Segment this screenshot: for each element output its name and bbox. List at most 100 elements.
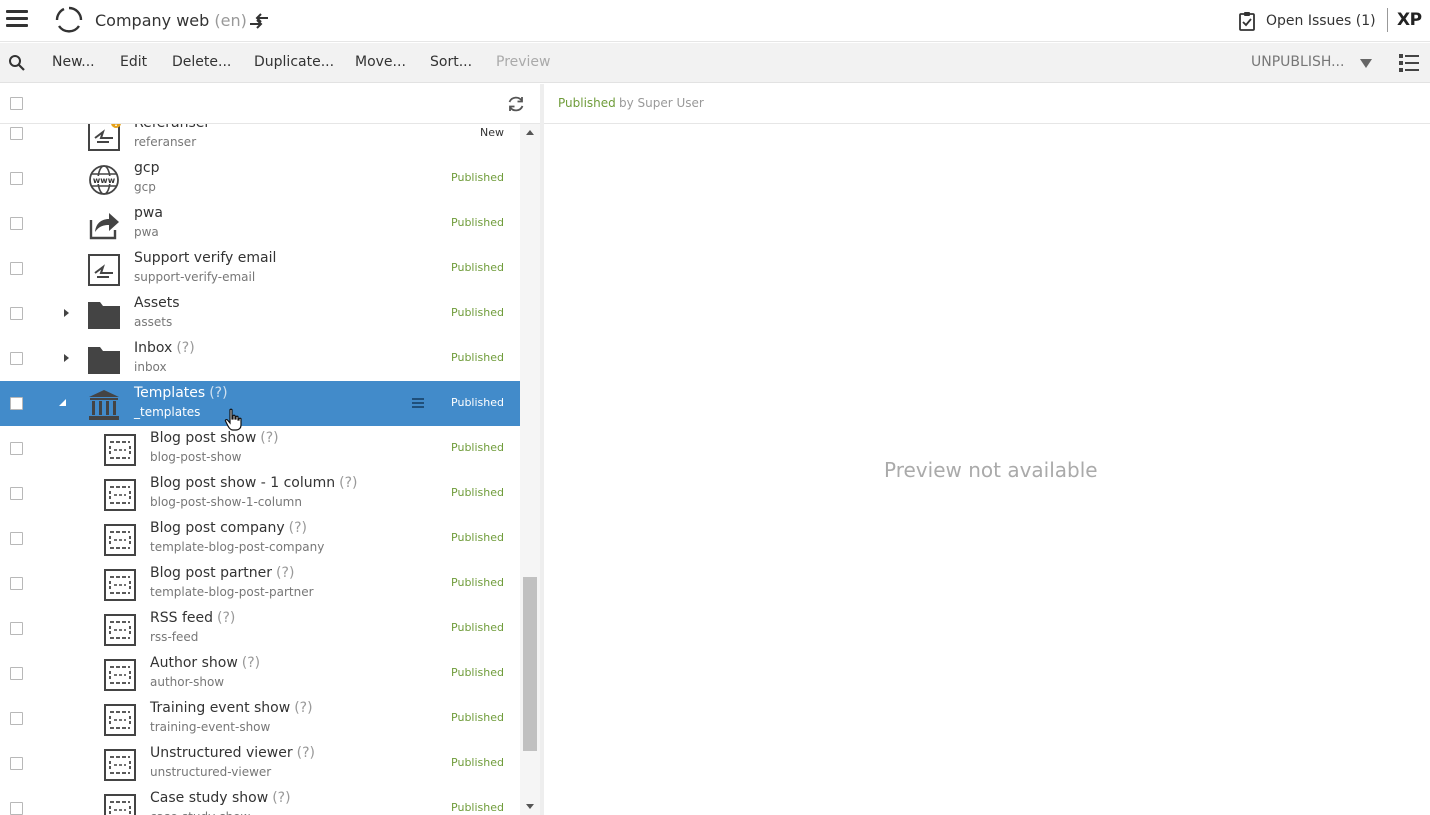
row-status: Published	[451, 711, 504, 724]
row-checkbox[interactable]	[10, 352, 23, 365]
row-checkbox[interactable]	[10, 667, 23, 680]
row-checkbox[interactable]	[10, 712, 23, 725]
row-checkbox[interactable]	[10, 217, 23, 230]
tree-row[interactable]: Support verify email support-verify-email…	[0, 246, 520, 291]
enonic-logo-icon	[55, 6, 83, 33]
scroll-up-icon[interactable]	[525, 128, 535, 136]
row-path: inbox	[134, 360, 167, 374]
row-name-text: Blog post show	[150, 430, 257, 446]
row-name-text: Templates	[134, 385, 206, 401]
select-all-checkbox[interactable]	[10, 97, 23, 110]
preview-button[interactable]: Preview	[496, 54, 551, 70]
edit-button[interactable]: Edit	[120, 54, 147, 70]
row-path: assets	[134, 315, 173, 329]
caret-down-icon[interactable]	[1359, 56, 1373, 70]
list-view-icon[interactable]	[1398, 52, 1420, 74]
unpublish-button[interactable]: UNPUBLISH...	[1251, 54, 1344, 70]
tree-row[interactable]: Blog post company (?) template-blog-post-c…	[0, 516, 520, 561]
preview-modifier: by Super User	[619, 96, 704, 110]
row-checkbox[interactable]	[10, 487, 23, 500]
row-checkbox[interactable]	[10, 442, 23, 455]
xp-launcher-button[interactable]: XP	[1397, 10, 1422, 30]
row-unknown-marker: (?)	[339, 475, 358, 491]
tree-row[interactable]: RSS feed (?) rss-feed Published	[0, 606, 520, 651]
row-checkbox[interactable]	[10, 127, 23, 140]
tree-scrollbar[interactable]	[520, 124, 540, 815]
tree-row[interactable]: Inbox (?) inbox Published	[0, 336, 520, 381]
tree-row[interactable]: pwa pwa Published	[0, 201, 520, 246]
tree-row[interactable]: Unstructured viewer (?) unstructured-viewe…	[0, 741, 520, 786]
folder-icon	[87, 343, 121, 377]
row-display-name: RSS feed (?)	[150, 610, 235, 626]
scrollbar-thumb[interactable]	[523, 577, 537, 751]
new-button[interactable]: New...	[52, 54, 95, 70]
share-arrow-icon	[87, 208, 121, 242]
row-checkbox[interactable]	[10, 307, 23, 320]
page-template-icon	[103, 703, 137, 737]
tree-grid-header	[0, 84, 540, 124]
collapse-icon[interactable]	[56, 396, 70, 410]
clipboard-check-icon	[1239, 12, 1255, 31]
tree-row[interactable]: Blog post show (?) blog-post-show Published	[0, 426, 520, 471]
row-checkbox[interactable]	[10, 577, 23, 590]
row-name-text: Inbox	[134, 340, 173, 356]
row-status: Published	[451, 576, 504, 589]
hamburger-icon[interactable]	[6, 10, 28, 30]
row-path: case-study-show	[150, 810, 250, 815]
row-display-name: Blog post show - 1 column (?)	[150, 475, 357, 491]
scroll-down-icon[interactable]	[525, 803, 535, 811]
row-status: Published	[451, 801, 504, 814]
preview-placeholder: Preview not available	[884, 458, 1098, 482]
row-checkbox[interactable]	[10, 172, 23, 185]
row-display-name: gcp	[134, 160, 159, 176]
move-button[interactable]: Move...	[355, 54, 406, 70]
row-name-text: Blog post partner	[150, 565, 273, 581]
expand-icon[interactable]	[60, 306, 74, 320]
tree-row[interactable]: Templates (?) _templates Published	[0, 381, 520, 426]
row-name-text: RSS feed	[150, 610, 213, 626]
header-divider	[1387, 8, 1388, 32]
row-status: Published	[451, 486, 504, 499]
panel-splitter[interactable]	[540, 84, 544, 815]
row-name-text: Support verify email	[134, 250, 277, 266]
row-display-name: Support verify email	[134, 250, 276, 266]
row-checkbox[interactable]	[10, 757, 23, 770]
duplicate-button[interactable]: Duplicate...	[254, 54, 334, 70]
tree-row[interactable]: Author show (?) author-show Published	[0, 651, 520, 696]
tree-row[interactable]: Assets assets Published	[0, 291, 520, 336]
page-template-icon	[103, 433, 137, 467]
tree-row[interactable]: Blog post show - 1 column (?) blog-post-sh…	[0, 471, 520, 516]
row-display-name: Assets	[134, 295, 180, 311]
tree-row[interactable]: Case study show(?) case-study-show Publish…	[0, 786, 520, 815]
tree-row[interactable]: Training event show (?) training-event-sho…	[0, 696, 520, 741]
switch-project-icon[interactable]	[248, 12, 270, 30]
row-path: template-blog-post-partner	[150, 585, 314, 599]
project-title[interactable]: Company web (en)	[95, 11, 247, 30]
tree-row[interactable]: Blog post partner (?) template-blog-post-p…	[0, 561, 520, 606]
row-status: Published	[451, 306, 504, 319]
tree-row[interactable]: www gcp gcp Published	[0, 156, 520, 201]
row-name-text: Training event show	[150, 700, 291, 716]
row-status: Published	[451, 666, 504, 679]
row-name-text: Referanser	[134, 124, 210, 131]
row-status: Published	[451, 351, 504, 364]
row-checkbox[interactable]	[10, 802, 23, 815]
row-menu-icon[interactable]	[412, 397, 424, 409]
refresh-icon[interactable]	[506, 94, 526, 114]
row-display-name: Unstructured viewer (?)	[150, 745, 315, 761]
row-checkbox[interactable]	[10, 622, 23, 635]
open-issues-button[interactable]: Open Issues (1)	[1238, 8, 1376, 34]
delete-button[interactable]: Delete...	[172, 54, 231, 70]
expand-icon[interactable]	[60, 351, 74, 365]
search-icon[interactable]	[8, 54, 26, 72]
sort-button[interactable]: Sort...	[430, 54, 472, 70]
row-checkbox[interactable]	[10, 532, 23, 545]
row-path: unstructured-viewer	[150, 765, 272, 779]
row-checkbox[interactable]	[10, 262, 23, 275]
row-name-text: pwa	[134, 205, 163, 221]
shortcut-alert-icon	[87, 124, 121, 152]
row-checkbox[interactable]	[10, 397, 23, 410]
tree-row[interactable]: Referanser referanser New	[0, 124, 520, 156]
row-status: Published	[451, 261, 504, 274]
row-unknown-marker: (?)	[272, 790, 291, 806]
